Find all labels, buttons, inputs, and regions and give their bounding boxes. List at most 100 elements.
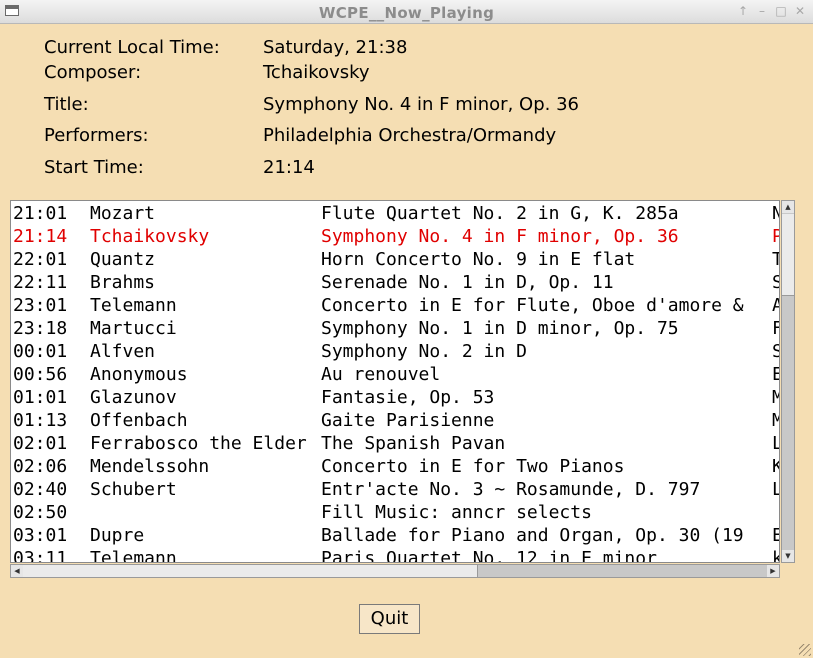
title-cell: The Spanish Pavan	[321, 433, 506, 454]
scroll-left-icon[interactable]: ◀	[11, 565, 23, 577]
title-cell: Concerto in E for Flute, Oboe d'amore &	[321, 295, 744, 316]
performers-cell: S	[772, 340, 779, 363]
time-cell: 01:01	[13, 387, 68, 408]
local-time-label: Current Local Time:	[44, 37, 220, 58]
close-icon[interactable]: ✕	[793, 3, 807, 19]
list-item[interactable]: 22:01 Quantz Horn Concerto No. 9 in E flat…	[13, 248, 779, 271]
title-cell: Symphony No. 2 in D	[321, 341, 527, 362]
list-item[interactable]: 03:11 Telemann Paris Quartet No. 12 in E m…	[13, 547, 779, 563]
title-cell: Gaite Parisienne	[321, 410, 495, 431]
window-title: WCPE__Now_Playing	[318, 4, 495, 22]
list-item[interactable]: 02:06 Mendelssohn Concerto in E for Two Pi…	[13, 455, 779, 478]
composer-cell: Offenbach	[90, 410, 188, 431]
vertical-scrollbar[interactable]: ▲ ▼	[781, 200, 795, 563]
title-cell: Ballade for Piano and Organ, Op. 30 (19	[321, 525, 744, 546]
time-cell: 00:56	[13, 364, 68, 385]
time-cell: 03:01	[13, 525, 68, 546]
title-bar[interactable]: WCPE__Now_Playing ↑ – □ ✕	[0, 0, 813, 24]
title-cell: Fantasie, Op. 53	[321, 387, 495, 408]
composer-cell: Schubert	[90, 479, 177, 500]
performers-cell: E	[772, 524, 779, 547]
list-item[interactable]: 00:01 Alfven Symphony No. 2 in D S	[13, 340, 779, 363]
list-item[interactable]: 00:56 Anonymous Au renouvel E	[13, 363, 779, 386]
title-cell: Symphony No. 1 in D minor, Op. 75	[321, 318, 679, 339]
performers-cell: L	[772, 432, 779, 455]
list-item[interactable]: 23:18 Martucci Symphony No. 1 in D minor, …	[13, 317, 779, 340]
performers-cell: E	[772, 363, 779, 386]
composer-cell: Telemann	[90, 548, 177, 563]
list-item[interactable]: 22:11 Brahms Serenade No. 1 in D, Op. 11 S	[13, 271, 779, 294]
scroll-up-icon[interactable]: ▲	[782, 201, 794, 213]
local-time-value: Saturday, 21:38	[263, 37, 408, 58]
keep-above-icon[interactable]: ↑	[736, 3, 750, 19]
performers-cell: k	[772, 547, 779, 562]
time-cell: 02:50	[13, 502, 68, 523]
scroll-down-icon[interactable]: ▼	[782, 550, 794, 562]
title-cell: Serenade No. 1 in D, Op. 11	[321, 272, 614, 293]
composer-cell: Alfven	[90, 341, 156, 362]
quit-button[interactable]: Quit	[359, 604, 420, 634]
vertical-scroll-thumb[interactable]	[782, 214, 794, 296]
performers-cell: T	[772, 248, 779, 271]
time-cell: 02:06	[13, 456, 68, 477]
time-cell: 21:14	[13, 226, 68, 247]
time-cell: 00:01	[13, 341, 68, 362]
title-cell: Paris Quartet No. 12 in E minor	[321, 548, 657, 563]
composer-cell: Ferrabosco the Elder	[90, 433, 307, 454]
performers-cell: P	[772, 225, 779, 248]
title-cell: Flute Quartet No. 2 in G, K. 285a	[321, 203, 679, 224]
composer-cell: Mendelssohn	[90, 456, 210, 477]
composer-cell: Mozart	[90, 203, 156, 224]
time-cell: 01:13	[13, 410, 68, 431]
time-cell: 03:11	[13, 548, 68, 563]
maximize-icon[interactable]: □	[774, 3, 788, 19]
composer-value: Tchaikovsky	[263, 62, 370, 83]
list-item[interactable]: 01:13 Offenbach Gaite Parisienne M	[13, 409, 779, 432]
performers-cell: N	[772, 202, 779, 225]
composer-cell: Glazunov	[90, 387, 177, 408]
time-cell: 22:11	[13, 272, 68, 293]
list-item-current[interactable]: 21:14 Tchaikovsky Symphony No. 4 in F mino…	[13, 225, 779, 248]
minimize-icon[interactable]: –	[755, 3, 769, 19]
composer-cell: Quantz	[90, 249, 156, 270]
schedule-list[interactable]: 21:01 Mozart Flute Quartet No. 2 in G, K. …	[10, 200, 780, 563]
composer-cell: Martucci	[90, 318, 177, 339]
performers-cell: A	[772, 294, 779, 317]
time-cell: 23:01	[13, 295, 68, 316]
scroll-right-icon[interactable]: ▶	[767, 565, 779, 577]
composer-label: Composer:	[44, 62, 142, 83]
list-item[interactable]: 01:01 Glazunov Fantasie, Op. 53 M	[13, 386, 779, 409]
performers-cell: M	[772, 409, 779, 432]
list-item[interactable]: 21:01 Mozart Flute Quartet No. 2 in G, K. …	[13, 202, 779, 225]
performers-label: Performers:	[44, 125, 149, 146]
resize-grip-icon[interactable]	[799, 644, 811, 656]
title-cell: Au renouvel	[321, 364, 441, 385]
list-item[interactable]: 02:50 Fill Music: anncr selects	[13, 501, 779, 524]
title-cell: Fill Music: anncr selects	[321, 502, 592, 523]
composer-cell: Brahms	[90, 272, 156, 293]
list-item[interactable]: 02:01 Ferrabosco the Elder The Spanish Pav…	[13, 432, 779, 455]
horizontal-scroll-thumb[interactable]	[23, 565, 478, 577]
list-item[interactable]: 23:01 Telemann Concerto in E for Flute, Ob…	[13, 294, 779, 317]
composer-cell: Anonymous	[90, 364, 188, 385]
start-time-value: 21:14	[263, 157, 315, 178]
title-cell: Concerto in E for Two Pianos	[321, 456, 625, 477]
composer-cell: Tchaikovsky	[90, 226, 210, 247]
list-item[interactable]: 02:40 Schubert Entr'acte No. 3 ~ Rosamunde…	[13, 478, 779, 501]
title-value: Symphony No. 4 in F minor, Op. 36	[263, 94, 579, 115]
performers-value: Philadelphia Orchestra/Ormandy	[263, 125, 557, 146]
time-cell: 21:01	[13, 203, 68, 224]
composer-cell: Dupre	[90, 525, 145, 546]
title-label: Title:	[44, 94, 89, 115]
composer-cell: Telemann	[90, 295, 177, 316]
start-time-label: Start Time:	[44, 157, 144, 178]
performers-cell: L	[772, 478, 779, 501]
time-cell: 02:40	[13, 479, 68, 500]
performers-cell: K	[772, 455, 779, 478]
performers-cell: M	[772, 386, 779, 409]
time-cell: 02:01	[13, 433, 68, 454]
performers-cell: S	[772, 271, 779, 294]
title-cell: Horn Concerto No. 9 in E flat	[321, 249, 636, 270]
list-item[interactable]: 03:01 Dupre Ballade for Piano and Organ, O…	[13, 524, 779, 547]
horizontal-scrollbar[interactable]: ◀ ▶	[10, 564, 780, 578]
